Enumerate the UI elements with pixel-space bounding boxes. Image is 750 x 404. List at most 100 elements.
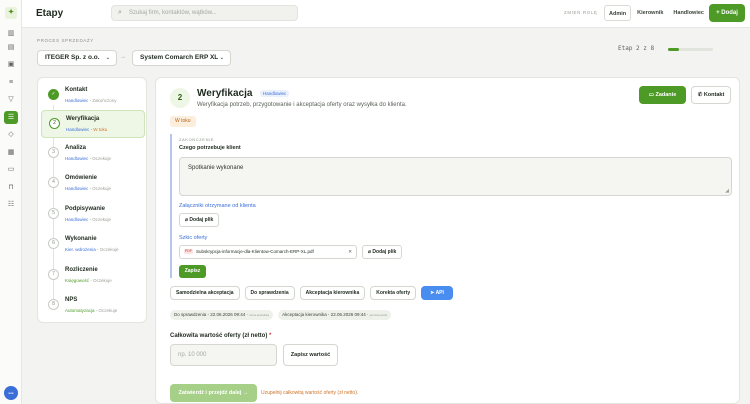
- approve-label: Zatwierdź i przejdź dalej: [178, 390, 242, 396]
- role-salesperson[interactable]: Handlowiec: [669, 5, 708, 21]
- resize-grip-icon[interactable]: ◢: [725, 188, 729, 194]
- step-status: Oczekuje: [93, 278, 112, 283]
- answer-textarea[interactable]: Spotkanie wykonane ◢: [179, 157, 732, 196]
- contact-button[interactable]: ✆ Kontakt: [691, 86, 731, 104]
- log-user: jan.kierownik: [369, 313, 388, 317]
- search-placeholder: Szukaj firm, kontaktów, wątków...: [129, 10, 217, 16]
- search-icon: ⌕: [118, 9, 122, 16]
- step-status: Oczekuje: [92, 186, 112, 191]
- add-file-label: Dodaj plik: [372, 249, 397, 255]
- log-text: Do sprawdzenia - 22.06.2026 09:44: [174, 312, 246, 317]
- step-status: Oczekuje: [99, 247, 119, 252]
- add-draft-file-button[interactable]: ⌀ Dodaj plik: [362, 245, 403, 259]
- step-meta: Handlowiec · Oczekuje: [65, 156, 112, 161]
- step-owner: Handlowiec: [66, 127, 90, 132]
- draft-label: Szkic oferty: [179, 235, 208, 241]
- api-button-label: API: [435, 290, 444, 296]
- step-owner: Księgowość: [65, 278, 90, 283]
- role-admin[interactable]: Admin: [604, 5, 632, 21]
- role-manager[interactable]: Kierownik: [633, 5, 667, 21]
- funnel-icon[interactable]: ▽: [7, 96, 15, 104]
- pdf-icon: PDF: [184, 249, 193, 254]
- step-title: NPS: [65, 297, 78, 303]
- step-meta: Księgowość · Oczekuje: [65, 278, 112, 283]
- history-log: Do sprawdzenia - 22.06.2026 09:44 · anna…: [170, 310, 392, 320]
- step-owner: Automatyzacja: [65, 308, 95, 313]
- role-switcher: Admin Kierownik Handlowiec: [604, 5, 708, 21]
- action-buttons: Samodzielna akceptacja Do sprawdzenia Ak…: [170, 286, 453, 300]
- value-placeholder: np. 10 000: [178, 352, 207, 358]
- company-select-value: ITEGER Sp. z o.o.: [45, 54, 100, 61]
- save-button[interactable]: Zapisz: [179, 265, 206, 278]
- step-meta: Handlowiec · W toku: [66, 127, 108, 132]
- stage-owner-badge: Handlowiec: [260, 90, 290, 97]
- shield-icon[interactable]: ◇: [7, 131, 15, 139]
- stages-icon[interactable]: ☰: [4, 111, 18, 124]
- step-owner: Kier. wdrożenia: [65, 247, 96, 252]
- lock-icon[interactable]: ⊓: [7, 184, 15, 192]
- value-input[interactable]: np. 10 000: [170, 344, 277, 366]
- close-icon[interactable]: ✕: [348, 246, 352, 258]
- approve-next-button[interactable]: Zatwierdź i przejdź dalej →: [170, 384, 257, 402]
- step-number: 6: [48, 238, 59, 249]
- step-rozliczenie[interactable]: 7 Rozliczenie Księgowość · Oczekuje: [41, 262, 145, 290]
- section-label: ZAKOŃCZENIE: [179, 137, 215, 142]
- attachments-label: Załączniki otrzymane od klienta: [179, 203, 256, 209]
- step-number: 5: [48, 208, 59, 219]
- document-icon[interactable]: ▤: [7, 44, 15, 52]
- step-number: 7: [48, 269, 59, 280]
- step-meta: Handlowiec · Oczekuje: [65, 217, 112, 222]
- stage-stepper: ✓ Kontakt Handlowiec · Zakończony 2 Wery…: [37, 77, 147, 323]
- step-title: Omówienie: [65, 175, 98, 181]
- system-select-value: System Comarch ERP XL: [140, 54, 219, 61]
- stage-counter: Etap 2 z 8: [618, 45, 655, 52]
- step-number: 3: [48, 147, 59, 158]
- manager-accept-button[interactable]: Akceptacja kierownika: [299, 286, 366, 300]
- log-text: Akceptacja kierownika - 22.06.2026 09:44: [282, 312, 366, 317]
- role-switch-label: ZMIEŃ ROLĘ: [564, 10, 598, 15]
- validation-hint: Uzupełnij całkowitą wartość oferty (zł n…: [261, 390, 359, 396]
- avatar[interactable]: ●●●: [4, 386, 18, 400]
- step-number: 4: [48, 177, 59, 188]
- self-accept-button[interactable]: Samodzielna akceptacja: [170, 286, 240, 300]
- step-podpisywanie[interactable]: 5 Podpisywanie Handlowiec · Oczekuje: [41, 201, 145, 229]
- folder-icon[interactable]: ▭: [7, 166, 15, 174]
- step-title: Rozliczenie: [65, 267, 98, 273]
- step-title: Wykonanie: [65, 236, 97, 242]
- log-user: anna.kowalska: [249, 313, 270, 317]
- status-badge: W toku: [170, 116, 196, 127]
- list-icon[interactable]: ≡: [7, 79, 15, 87]
- save-value-button[interactable]: Zapisz wartość: [283, 344, 338, 366]
- company-select[interactable]: ITEGER Sp. z o.o. ⌄: [37, 50, 117, 66]
- database-icon[interactable]: ☷: [7, 201, 15, 209]
- task-button[interactable]: ▭ Zadanie: [639, 86, 686, 104]
- step-kontakt[interactable]: ✓ Kontakt Handlowiec · Zakończony: [41, 82, 145, 110]
- dashboard-icon[interactable]: ▥: [7, 30, 15, 38]
- step-meta: Handlowiec · Oczekuje: [65, 186, 112, 191]
- api-button[interactable]: ➤ API: [421, 286, 453, 300]
- step-owner: Handlowiec: [65, 156, 89, 161]
- value-label: Całkowita wartość oferty (zł netto) *: [170, 333, 271, 339]
- top-bar: Etapy ⌕ Szukaj firm, kontaktów, wątków..…: [22, 0, 750, 28]
- search-input[interactable]: ⌕ Szukaj firm, kontaktów, wątków...: [111, 5, 298, 21]
- step-analiza[interactable]: 3 Analiza Handlowiec · Oczekuje: [41, 140, 145, 168]
- step-wykonanie[interactable]: 6 Wykonanie Kier. wdrożenia · Oczekuje: [41, 231, 145, 259]
- question-label: Czego potrzebuje klient: [179, 145, 241, 151]
- step-nps[interactable]: 8 NPS Automatyzacja · Oczekuje: [41, 292, 145, 320]
- stage-number: 2: [170, 88, 190, 108]
- step-owner: Handlowiec: [65, 186, 89, 191]
- check-icon: ✓: [48, 89, 59, 100]
- to-review-button[interactable]: Do sprawdzenia: [244, 286, 295, 300]
- form-section: ZAKOŃCZENIE Czego potrzebuje klient Spot…: [170, 134, 732, 278]
- step-omowienie[interactable]: 4 Omówienie Handlowiec · Oczekuje: [41, 170, 145, 198]
- add-button[interactable]: + Dodaj: [709, 4, 745, 22]
- calendar-icon[interactable]: ▦: [7, 149, 15, 157]
- system-select[interactable]: System Comarch ERP XL ⌄: [132, 50, 231, 66]
- offer-correction-button[interactable]: Korekta oferty: [370, 286, 417, 300]
- step-owner: Handlowiec: [65, 217, 89, 222]
- step-weryfikacja[interactable]: 2 Weryfikacja Handlowiec · W toku: [41, 110, 145, 138]
- contacts-icon[interactable]: ▣: [7, 61, 15, 69]
- file-chip[interactable]: PDF Subskrypcja-informacje-dla-Klientow-…: [179, 245, 357, 259]
- app-logo[interactable]: ✦: [5, 7, 17, 19]
- add-attachment-button[interactable]: ⌀ Dodaj plik: [179, 213, 220, 227]
